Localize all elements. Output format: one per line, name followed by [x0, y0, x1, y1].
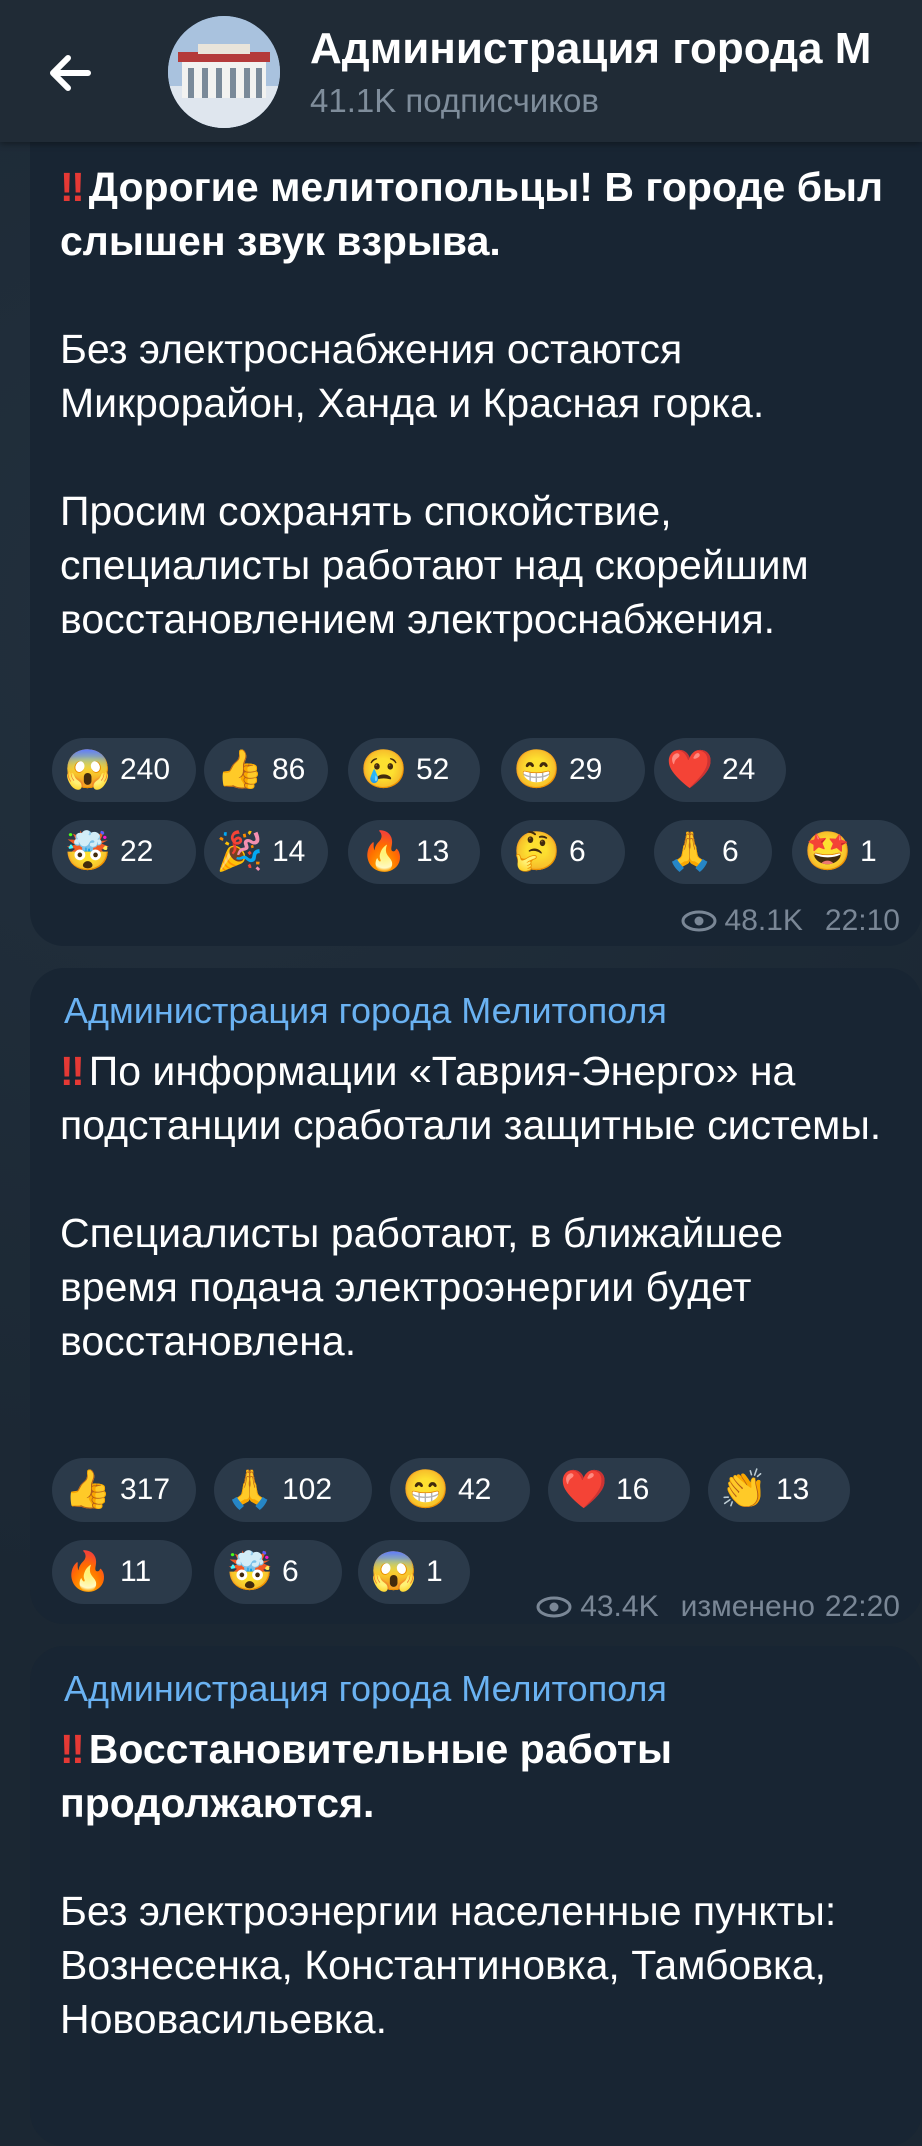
reaction-emoji-icon: ❤️ — [666, 749, 714, 791]
reaction-emoji-icon: 🔥 — [360, 831, 408, 873]
reaction-chip[interactable]: 👍 86 — [204, 738, 328, 802]
reaction-count: 240 — [120, 753, 171, 786]
message-time: 22:20 — [824, 1590, 900, 1623]
message-paragraph: Просим сохранять спокойствие, специалист… — [60, 488, 809, 642]
reaction-chip[interactable]: ❤️ 24 — [654, 738, 786, 802]
reaction-count: 6 — [282, 1555, 299, 1588]
reaction-count: 42 — [458, 1473, 492, 1506]
reaction-count: 16 — [616, 1473, 650, 1506]
reaction-count: 14 — [272, 835, 306, 868]
reaction-chip[interactable]: 👍 317 — [52, 1458, 196, 1522]
sender-name[interactable]: Администрация города Мелитополя — [64, 990, 667, 1032]
reaction-chip[interactable]: 🤯 22 — [52, 820, 196, 884]
reaction-emoji-icon: 🙏 — [226, 1469, 274, 1511]
reaction-chip[interactable]: 🔥 11 — [52, 1540, 192, 1604]
building-avatar-image — [168, 16, 280, 128]
view-count: 48.1K — [724, 904, 803, 937]
chat-header: Администрация города М 41.1K подписчиков — [0, 0, 922, 142]
reaction-emoji-icon: 🤩 — [804, 831, 852, 873]
reaction-chip[interactable]: 👏 13 — [708, 1458, 850, 1522]
view-count: 43.4K — [580, 1590, 659, 1623]
reaction-emoji-icon: 🤯 — [64, 831, 112, 873]
reaction-chip[interactable]: 🤯 6 — [214, 1540, 342, 1604]
reaction-emoji-icon: 👍 — [216, 749, 264, 791]
reaction-chip[interactable]: 😢 52 — [348, 738, 480, 802]
double-exclamation-icon: ‼ — [60, 1048, 85, 1094]
reaction-count: 86 — [272, 753, 306, 786]
reaction-emoji-icon: 😁 — [513, 749, 561, 791]
message-paragraph: Без электроснабжения остаются Микрорайон… — [60, 326, 765, 426]
message-headline: Восстановительные работы продолжаются. — [60, 1726, 672, 1826]
reaction-chip[interactable]: 🤔 6 — [501, 820, 625, 884]
reaction-count: 317 — [120, 1473, 171, 1506]
reaction-emoji-icon: 🔥 — [64, 1551, 112, 1593]
message-meta: 43.4K изменено 22:20 — [536, 1590, 900, 1624]
back-button[interactable] — [36, 38, 106, 108]
channel-title[interactable]: Администрация города М — [310, 24, 910, 74]
reaction-chip[interactable]: 🎉 14 — [204, 820, 328, 884]
reaction-count: 13 — [776, 1473, 810, 1506]
reaction-count: 13 — [416, 835, 450, 868]
reaction-emoji-icon: 😱 — [370, 1551, 418, 1593]
reaction-count: 52 — [416, 753, 450, 786]
eye-icon — [681, 910, 717, 932]
reaction-count: 6 — [722, 835, 739, 868]
eye-icon — [536, 1596, 572, 1618]
message-lead: По информации «Таврия-Энерго» на подстан… — [60, 1048, 882, 1148]
message-meta: 48.1K 22:10 — [681, 904, 900, 938]
reaction-count: 1 — [426, 1555, 443, 1588]
message-paragraph: Без электроэнергии населенные пункты: Во… — [60, 1888, 837, 2042]
message-paragraph: ‼ По информации «Таврия-Энерго» на подста… — [60, 1044, 910, 1152]
message-headline: Дорогие мелитопольцы! В городе был слыше… — [60, 164, 884, 264]
reaction-emoji-icon: 🙏 — [666, 831, 714, 873]
channel-avatar[interactable] — [168, 16, 280, 128]
message-text: ‼ Восстановительные работы продолжаются. … — [60, 1722, 910, 2100]
double-exclamation-icon: ‼ — [60, 164, 85, 210]
reaction-count: 22 — [120, 835, 154, 868]
message-text: ‼ По информации «Таврия-Энерго» на подста… — [60, 1044, 910, 1422]
reaction-count: 1 — [860, 835, 877, 868]
edited-label: изменено — [680, 1590, 815, 1623]
message-paragraph: Специалисты работают, в ближайшее время … — [60, 1210, 784, 1364]
reaction-emoji-icon: 🎉 — [216, 831, 264, 873]
reaction-chip[interactable]: ❤️ 16 — [548, 1458, 690, 1522]
subscriber-count: 41.1K подписчиков — [310, 82, 599, 119]
reaction-count: 24 — [722, 753, 756, 786]
double-exclamation-icon: ‼ — [60, 1726, 85, 1772]
reaction-emoji-icon: 😁 — [402, 1469, 450, 1511]
reaction-chip[interactable]: 🤩 1 — [792, 820, 910, 884]
reaction-chip[interactable]: 😱 240 — [52, 738, 196, 802]
message-bubble[interactable]: Администрация города Мелитополя ‼ По инфо… — [30, 968, 922, 1624]
reaction-emoji-icon: ❤️ — [560, 1469, 608, 1511]
reaction-chip[interactable]: 🙏 6 — [654, 820, 772, 884]
reaction-count: 11 — [120, 1555, 152, 1588]
reaction-emoji-icon: 👍 — [64, 1469, 112, 1511]
reaction-chip[interactable]: 😁 42 — [390, 1458, 530, 1522]
reaction-emoji-icon: 🤯 — [226, 1551, 274, 1593]
reaction-chip[interactable]: 🔥 13 — [348, 820, 480, 884]
message-time: 22:10 — [824, 904, 900, 937]
reaction-chip[interactable]: 😱 1 — [358, 1540, 470, 1604]
message-bubble[interactable]: ‼ Дорогие мелитопольцы! В городе был слыш… — [30, 108, 922, 946]
reaction-emoji-icon: 🤔 — [513, 831, 561, 873]
message-paragraph: ‼ Дорогие мелитопольцы! В городе был слыш… — [60, 160, 910, 268]
message-text: ‼ Дорогие мелитопольцы! В городе был слыш… — [60, 160, 910, 700]
reaction-emoji-icon: 😢 — [360, 749, 408, 791]
arrow-left-icon — [50, 55, 91, 91]
sender-name[interactable]: Администрация города Мелитополя — [64, 1668, 667, 1710]
reaction-count: 29 — [569, 753, 603, 786]
reaction-emoji-icon: 👏 — [720, 1469, 768, 1511]
reaction-chip[interactable]: 😁 29 — [501, 738, 645, 802]
reaction-chip[interactable]: 🙏 102 — [214, 1458, 372, 1522]
reaction-emoji-icon: 😱 — [64, 749, 112, 791]
reaction-count: 102 — [282, 1473, 333, 1506]
reaction-count: 6 — [569, 835, 586, 868]
message-paragraph: ‼ Восстановительные работы продолжаются. — [60, 1722, 910, 1830]
message-bubble[interactable]: Администрация города Мелитополя ‼ Восстан… — [30, 1646, 922, 2146]
